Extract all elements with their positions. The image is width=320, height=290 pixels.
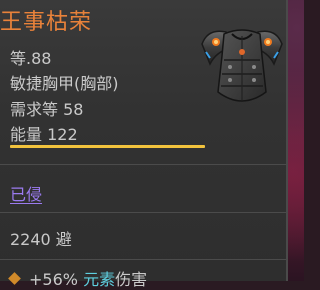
- item-name: 王事枯荣: [0, 10, 93, 35]
- item-quality: 等.88: [10, 49, 52, 68]
- socket-link[interactable]: 已侵: [10, 181, 42, 205]
- divider: [0, 212, 286, 213]
- affix-value: +56%: [29, 270, 78, 289]
- game-backdrop: [286, 0, 304, 281]
- item-type: 敏捷胸甲(胸部): [10, 74, 119, 93]
- chest-armor-icon: [201, 29, 283, 102]
- divider: [0, 164, 286, 165]
- affix-line: +56% 元素伤害: [8, 266, 148, 290]
- item-power: 能量 122: [10, 125, 78, 144]
- armor-value: 2240 避: [10, 230, 72, 249]
- divider: [0, 259, 286, 260]
- item-tooltip: 王事枯荣 等.88 敏捷胸甲(胸部) 需求等 58 能量 122 已侵 2240…: [0, 0, 288, 289]
- diamond-bullet-icon: [8, 272, 21, 285]
- affix-element-keyword[interactable]: 元素: [83, 270, 115, 289]
- item-requirement: 需求等 58: [10, 100, 84, 119]
- power-bar: [10, 145, 205, 148]
- affix-suffix: 伤害: [115, 270, 148, 289]
